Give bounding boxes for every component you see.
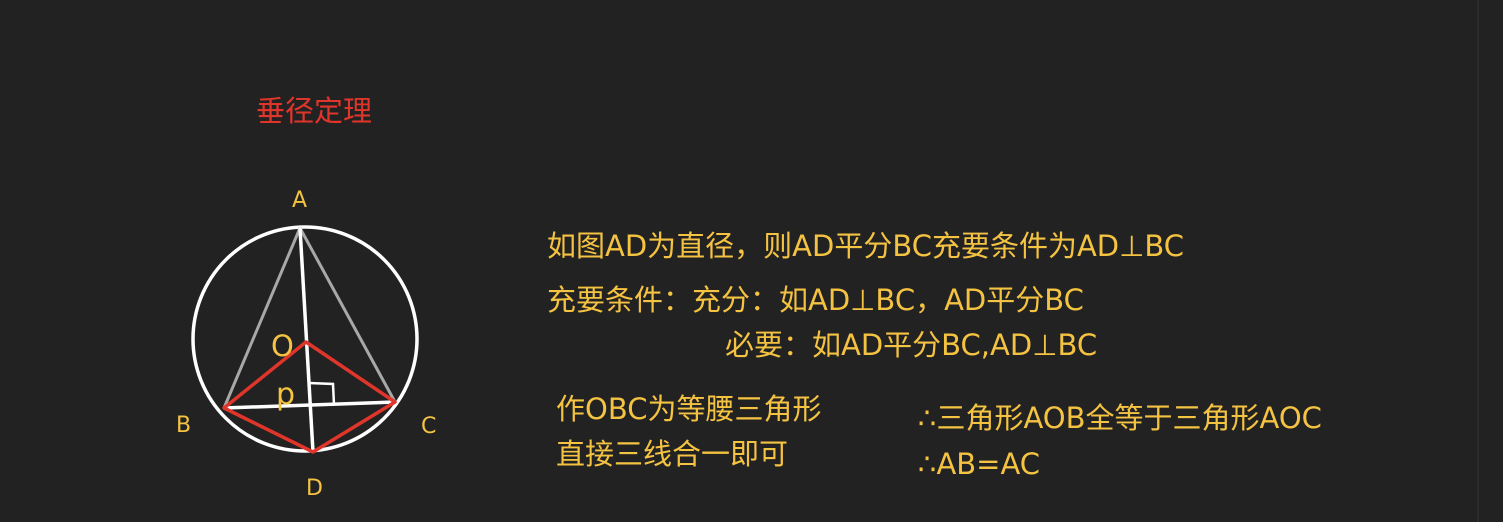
statement-line-7: ∴AB=AC xyxy=(918,447,1041,481)
point-label-d: D xyxy=(306,476,323,501)
diameter-ad xyxy=(298,227,315,453)
statement-line-5: 直接三线合一即可 xyxy=(556,437,789,471)
point-label-b: B xyxy=(176,413,191,438)
statement-line-4: 作OBC为等腰三角形 xyxy=(556,392,822,426)
point-label-c: C xyxy=(421,414,436,439)
statement-line-1: 如图AD为直径，则AD平分BC充要条件为AD⊥BC xyxy=(547,229,1185,263)
chord-ac xyxy=(298,227,397,403)
right-angle-marker xyxy=(308,381,336,406)
statement-line-6: ∴三角形AOB全等于三角形AOC xyxy=(918,401,1322,435)
point-label-p: p xyxy=(276,377,295,412)
point-label-a: A xyxy=(292,188,307,213)
point-label-o: O xyxy=(271,329,294,363)
statement-line-3: 必要：如AD平分BC,AD⊥BC xyxy=(725,328,1098,362)
statement-line-2: 充要条件：充分：如AD⊥BC，AD平分BC xyxy=(547,283,1084,317)
